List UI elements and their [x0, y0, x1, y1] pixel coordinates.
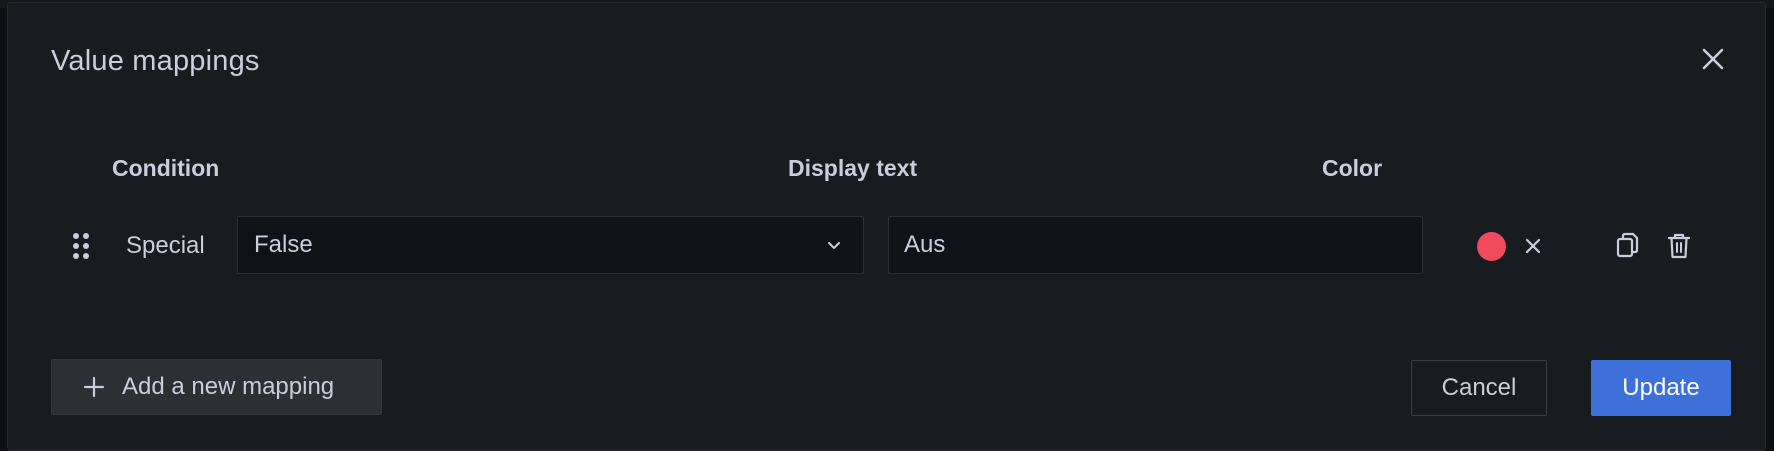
- drag-handle[interactable]: [72, 232, 94, 264]
- copy-icon: [1616, 232, 1639, 258]
- column-header-display-text: Display text: [788, 155, 918, 181]
- modal-title: Value mappings: [51, 45, 260, 77]
- cancel-button[interactable]: Cancel: [1411, 360, 1547, 416]
- condition-select[interactable]: False: [237, 216, 864, 274]
- duplicate-mapping-button[interactable]: [1614, 231, 1642, 261]
- plus-icon: [83, 376, 105, 398]
- display-text-input[interactable]: [888, 216, 1423, 274]
- color-swatch[interactable]: [1477, 232, 1506, 261]
- condition-type-label: Special: [126, 232, 205, 259]
- trash-icon: [1667, 233, 1691, 259]
- clear-color-icon: [1525, 238, 1541, 254]
- column-header-condition: Condition: [112, 155, 220, 181]
- add-mapping-label: Add a new mapping: [122, 373, 335, 400]
- column-header-color: Color: [1322, 155, 1383, 181]
- close-icon: [1702, 48, 1724, 70]
- clear-color-button[interactable]: [1521, 234, 1545, 258]
- drag-handle-icon: [73, 233, 89, 259]
- chevron-down-icon: [828, 242, 840, 249]
- condition-select-value: False: [254, 231, 313, 258]
- add-mapping-button[interactable]: Add a new mapping: [51, 359, 382, 415]
- close-button[interactable]: [1697, 43, 1729, 75]
- update-button[interactable]: Update: [1591, 360, 1731, 416]
- delete-mapping-button[interactable]: [1665, 231, 1693, 261]
- value-mappings-modal: Value mappings Condition Display text Co…: [7, 2, 1766, 451]
